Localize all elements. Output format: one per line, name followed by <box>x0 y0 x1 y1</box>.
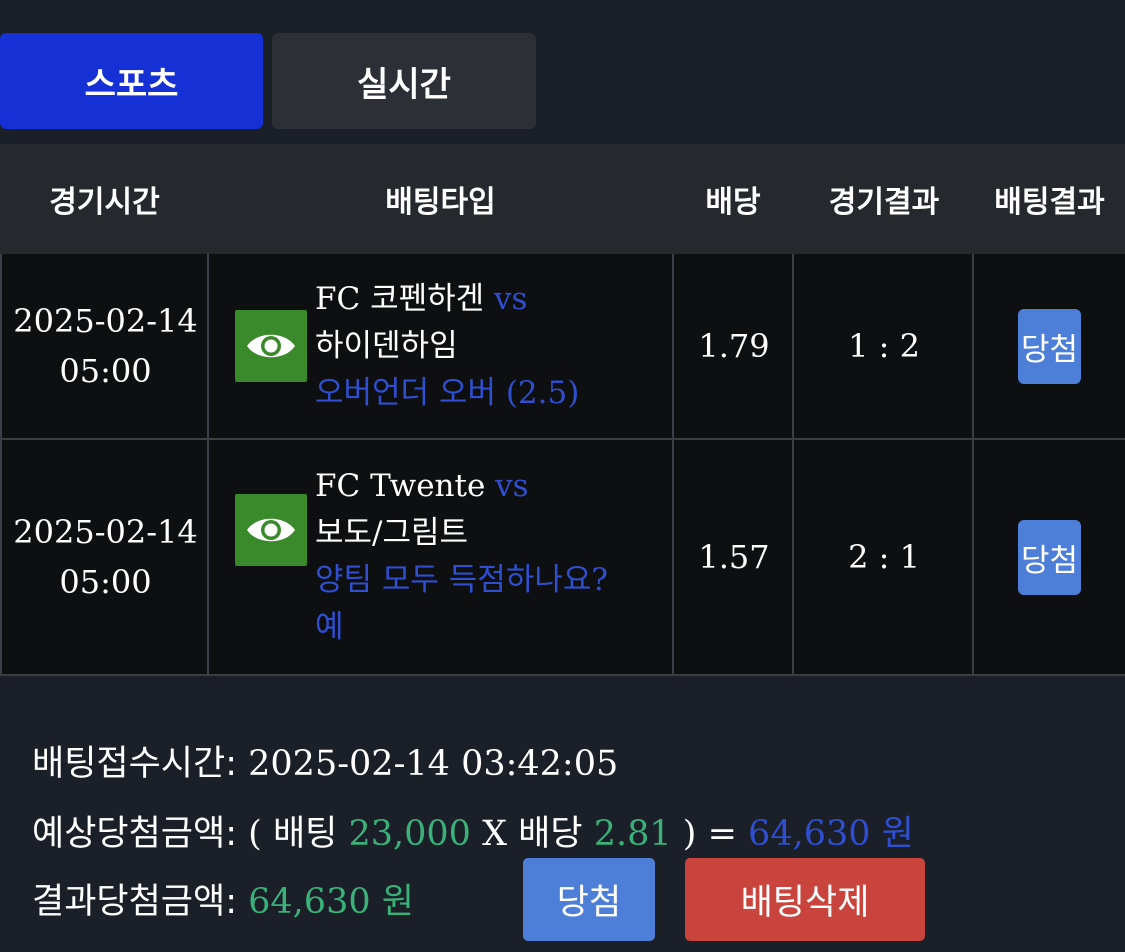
team-away: 보도/그림트 <box>315 515 469 551</box>
bet-type-text: FC 코펜하겐 vs 하이덴하임 오버언더 오버 (2.5) <box>315 276 579 417</box>
team-home: FC Twente <box>315 468 486 504</box>
expected-amount-label: 예상당첨금액: <box>32 814 237 854</box>
tab-sports[interactable]: 스포츠 <box>0 33 263 129</box>
match-clock: 05:00 <box>59 563 152 601</box>
odds-word: 배당 <box>518 814 583 854</box>
bet-selection-answer: 예 <box>315 609 344 645</box>
vs-label: vs <box>495 468 529 504</box>
column-header-bet-result: 배팅결과 <box>994 185 1105 220</box>
match-date: 2025-02-14 <box>13 302 198 340</box>
equals-sign: = <box>707 814 737 854</box>
expected-amount-line: 예상당첨금액: ( 배팅 23,000 X 배당 2.81 ) = 64,630… <box>32 805 914 856</box>
tab-live[interactable]: 실시간 <box>272 33 536 129</box>
column-header-bet-type: 배팅타입 <box>385 185 496 220</box>
win-badge: 당첨 <box>1018 519 1081 595</box>
table-row: 2025-02-14 05:00 FC Twente vs 보도/그림트 양팀 … <box>0 440 1125 676</box>
result-amount-label: 결과당첨금액: <box>32 882 237 922</box>
bet-amount: 23,000 <box>348 814 471 854</box>
odds-value: 1.57 <box>672 440 794 674</box>
receipt-time-value: 2025-02-14 03:42:05 <box>248 744 619 784</box>
team-home: FC 코펜하겐 <box>315 280 485 317</box>
vs-label: vs <box>494 280 528 317</box>
delete-bet-button[interactable]: 배팅삭제 <box>685 858 925 941</box>
receipt-time-line: 배팅접수시간: 2025-02-14 03:42:05 <box>32 735 618 786</box>
bet-type-text: FC Twente vs 보도/그림트 양팀 모두 득점하나요? 예 <box>315 463 608 651</box>
open-paren: ( <box>248 814 262 854</box>
bet-word: 배팅 <box>272 814 338 854</box>
eye-icon[interactable] <box>235 494 307 566</box>
times-sign: X <box>482 814 508 854</box>
bet-result-cell: 당첨 <box>972 440 1125 674</box>
table-row: 2025-02-14 05:00 FC 코펜하겐 vs 하이덴하임 오버언더 오… <box>0 254 1125 440</box>
result-amount-value: 64,630 원 <box>248 882 414 922</box>
win-button[interactable]: 당첨 <box>523 858 655 941</box>
match-clock: 05:00 <box>59 352 152 390</box>
column-header-odds: 배당 <box>705 185 761 220</box>
column-header-match-result: 경기결과 <box>828 185 940 220</box>
match-score: 2 : 1 <box>792 440 974 674</box>
column-header-match-time: 경기시간 <box>49 185 160 220</box>
close-paren: ) <box>682 814 697 854</box>
expected-amount-value: 64,630 원 <box>748 814 914 854</box>
match-time: 2025-02-14 05:00 <box>0 440 209 674</box>
receipt-time-label: 배팅접수시간: <box>32 744 237 784</box>
total-odds: 2.81 <box>593 814 672 854</box>
bet-result-cell: 당첨 <box>972 254 1125 438</box>
match-score: 1 : 2 <box>792 254 974 438</box>
bet-selection: 오버언더 오버 (2.5) <box>315 374 580 411</box>
bet-type-cell: FC 코펜하겐 vs 하이덴하임 오버언더 오버 (2.5) <box>207 254 674 438</box>
eye-icon[interactable] <box>235 310 307 382</box>
team-away: 하이덴하임 <box>315 327 458 364</box>
result-amount-line: 결과당첨금액: 64,630 원 <box>32 873 414 924</box>
win-badge: 당첨 <box>1018 308 1081 384</box>
bet-selection: 양팀 모두 득점하나요? <box>315 562 609 598</box>
match-time: 2025-02-14 05:00 <box>0 254 209 438</box>
odds-value: 1.79 <box>672 254 794 438</box>
match-date: 2025-02-14 <box>13 513 198 551</box>
bet-type-cell: FC Twente vs 보도/그림트 양팀 모두 득점하나요? 예 <box>207 440 674 674</box>
table-header: 경기시간 배팅타입 배당 경기결과 배팅결과 <box>0 144 1125 254</box>
